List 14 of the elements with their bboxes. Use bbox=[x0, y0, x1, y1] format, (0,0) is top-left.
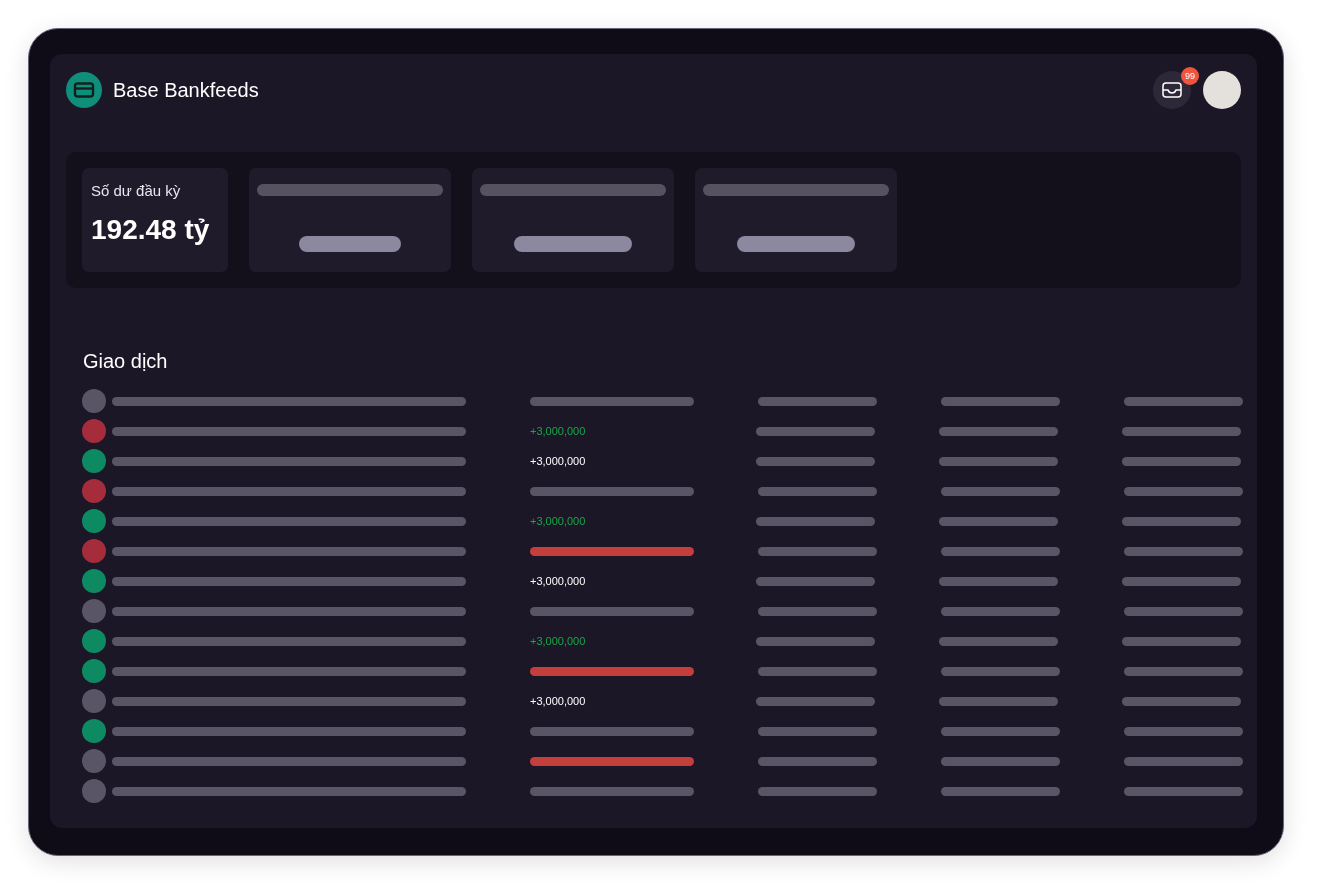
inbox-icon bbox=[1162, 82, 1182, 98]
amount-text: +3,000,000 bbox=[530, 635, 586, 647]
card-icon bbox=[66, 72, 102, 108]
card-value: 192.48 tỷ bbox=[91, 214, 211, 246]
amount-text: +3,000,000 bbox=[530, 425, 586, 437]
card-label: Số dư đầu kỳ bbox=[91, 182, 182, 199]
section-title: Giao dịch bbox=[83, 350, 169, 374]
amount-text: +3,000,000 bbox=[530, 695, 586, 707]
notification-badge: 99 bbox=[1181, 67, 1199, 85]
amount-text: +3,000,000 bbox=[530, 575, 586, 587]
amount-text: +3,000,000 bbox=[530, 455, 586, 467]
amount-text: +3,000,000 bbox=[530, 515, 586, 527]
avatar[interactable] bbox=[1203, 71, 1241, 109]
app-title: Base Bankfeeds bbox=[113, 78, 259, 102]
